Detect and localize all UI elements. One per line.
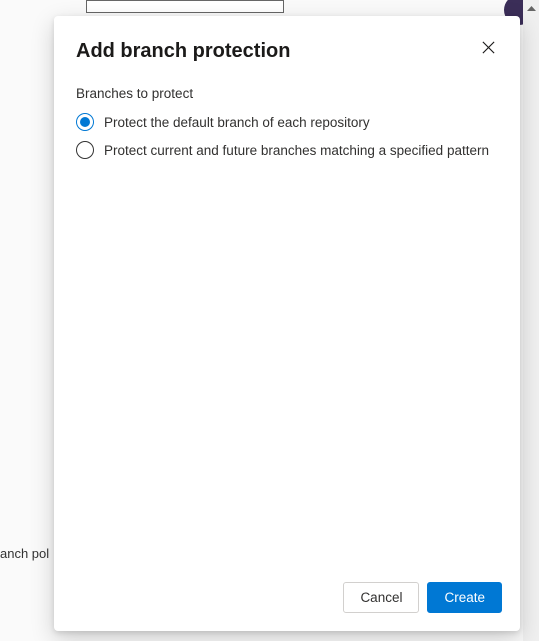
radio-icon bbox=[76, 113, 94, 131]
close-button[interactable] bbox=[479, 38, 498, 60]
dialog-title: Add branch protection bbox=[76, 38, 290, 64]
radio-icon bbox=[76, 141, 94, 159]
radio-option-pattern[interactable]: Protect current and future branches matc… bbox=[76, 141, 498, 159]
cancel-button[interactable]: Cancel bbox=[343, 582, 419, 613]
radio-label: Protect current and future branches matc… bbox=[104, 143, 489, 158]
scrollbar[interactable] bbox=[523, 0, 539, 641]
backdrop-text-partial: anch pol bbox=[0, 546, 49, 561]
dialog-header: Add branch protection bbox=[54, 16, 520, 64]
radio-group-branches: Protect the default branch of each repos… bbox=[76, 113, 498, 159]
add-branch-protection-dialog: Add branch protection Branches to protec… bbox=[54, 16, 520, 631]
scroll-up-icon[interactable] bbox=[523, 0, 539, 16]
radio-label: Protect the default branch of each repos… bbox=[104, 115, 370, 130]
create-button[interactable]: Create bbox=[427, 582, 502, 613]
backdrop-input-partial bbox=[86, 0, 284, 13]
section-label: Branches to protect bbox=[76, 86, 498, 101]
dialog-body: Branches to protect Protect the default … bbox=[54, 64, 520, 568]
radio-option-default-branch[interactable]: Protect the default branch of each repos… bbox=[76, 113, 498, 131]
close-icon bbox=[481, 40, 496, 58]
dialog-footer: Cancel Create bbox=[54, 568, 520, 631]
